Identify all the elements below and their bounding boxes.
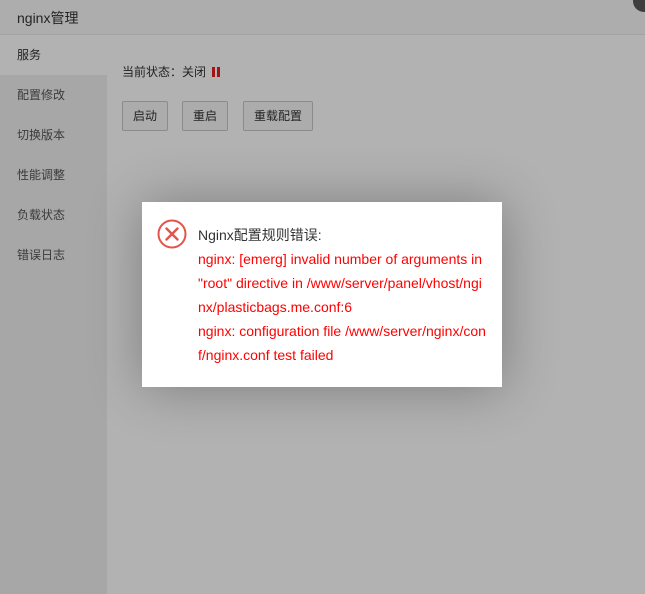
- error-line: nginx: configuration file /www/server/ng…: [198, 323, 486, 363]
- error-line: nginx: [emerg] invalid number of argumen…: [198, 251, 483, 315]
- error-heading: Nginx配置规则错误:: [198, 227, 322, 243]
- error-circle-x-icon: [157, 219, 187, 249]
- nginx-manager-window: nginx管理 服务 配置修改 切换版本 性能调整 负载状态 错误日志 当前状态…: [0, 0, 645, 594]
- error-message: Nginx配置规则错误: nginx: [emerg] invalid numb…: [198, 223, 488, 367]
- error-dialog: Nginx配置规则错误: nginx: [emerg] invalid numb…: [142, 202, 502, 387]
